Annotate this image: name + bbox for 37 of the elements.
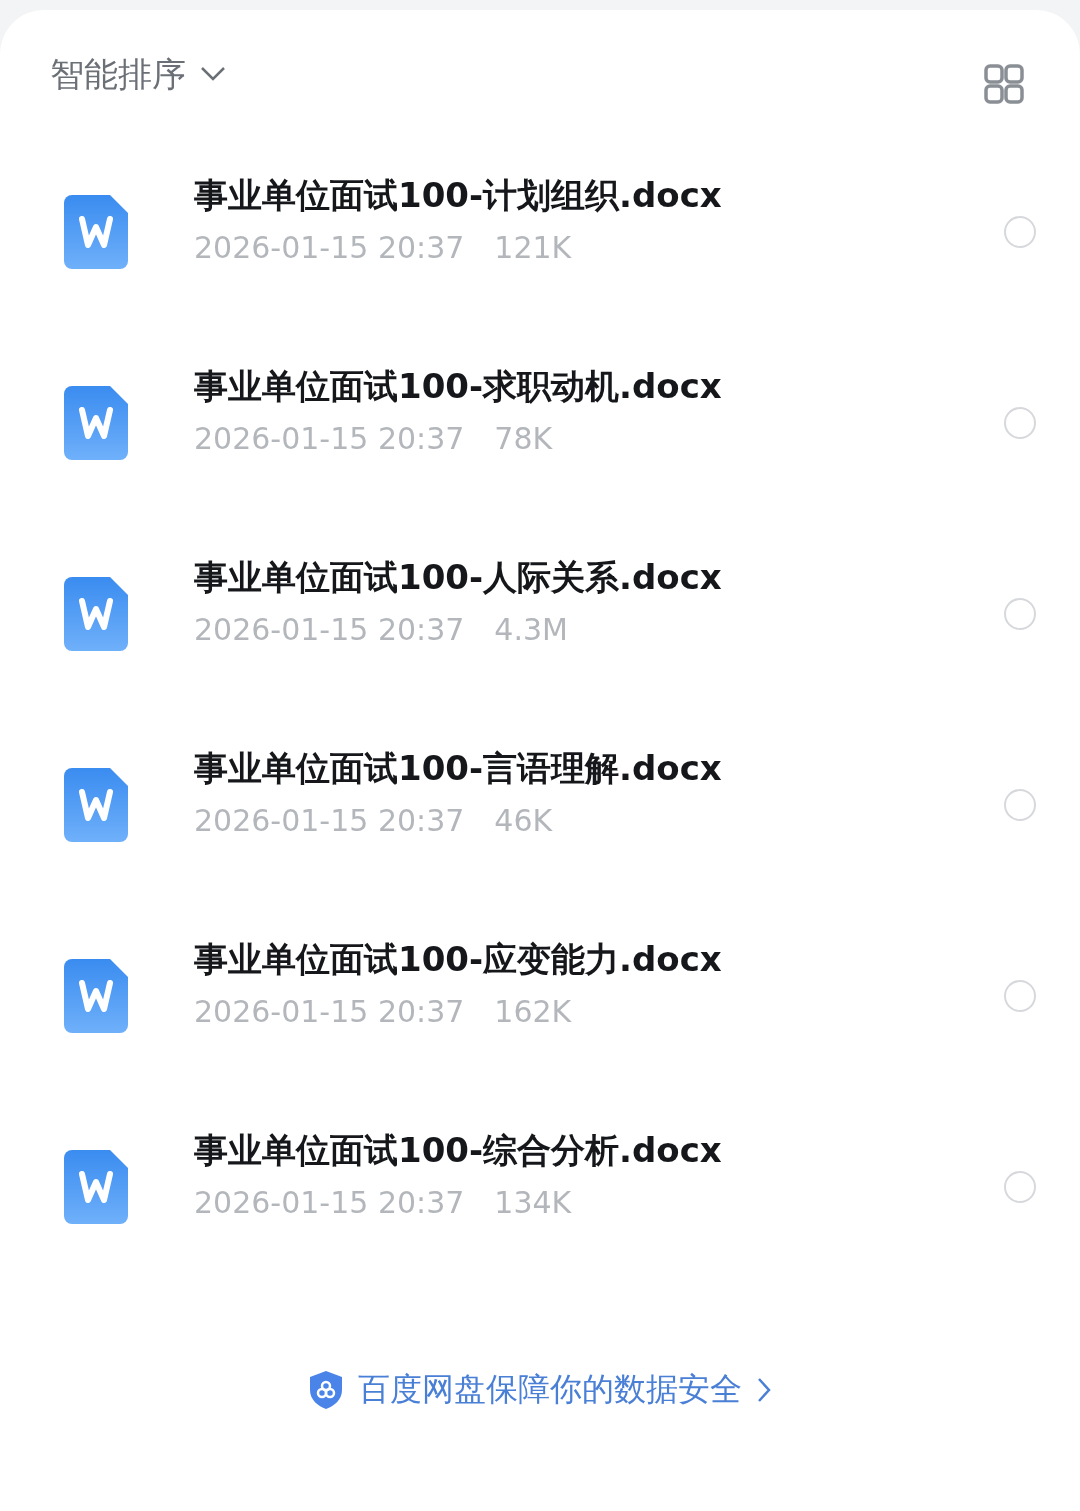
data-security-link[interactable]: 百度网盘保障你的数据安全 bbox=[308, 1368, 772, 1412]
word-document-icon bbox=[64, 958, 128, 1033]
word-document-icon bbox=[64, 767, 128, 842]
file-name[interactable]: 事业单位面试100-应变能力.docx bbox=[194, 935, 1004, 982]
chevron-down-icon bbox=[200, 66, 226, 82]
file-name[interactable]: 事业单位面试100-求职动机.docx bbox=[194, 362, 1004, 409]
select-radio[interactable] bbox=[1004, 406, 1036, 439]
file-size: 78K bbox=[494, 419, 553, 458]
footer-text[interactable]: 百度网盘保障你的数据安全 bbox=[358, 1368, 742, 1412]
file-date: 2026-01-15 20:37 bbox=[194, 419, 465, 458]
file-date: 2026-01-15 20:37 bbox=[194, 992, 465, 1031]
shield-icon bbox=[308, 1370, 344, 1410]
file-name[interactable]: 事业单位面试100-综合分析.docx bbox=[194, 1126, 1004, 1173]
word-document-icon bbox=[64, 194, 128, 269]
file-size: 134K bbox=[494, 1183, 572, 1222]
file-date: 2026-01-15 20:37 bbox=[194, 610, 465, 649]
sort-dropdown[interactable]: 智能排序 bbox=[50, 52, 226, 96]
select-radio[interactable] bbox=[1004, 788, 1036, 821]
chevron-right-icon bbox=[756, 1376, 772, 1404]
select-radio[interactable] bbox=[1004, 215, 1036, 248]
select-radio[interactable] bbox=[1004, 1170, 1036, 1203]
word-document-icon bbox=[64, 385, 128, 460]
select-radio[interactable] bbox=[1004, 597, 1036, 630]
file-date: 2026-01-15 20:37 bbox=[194, 1183, 465, 1222]
grid-view-icon[interactable] bbox=[984, 64, 1024, 104]
file-name[interactable]: 事业单位面试100-计划组织.docx bbox=[194, 171, 1004, 218]
file-size: 46K bbox=[494, 801, 553, 840]
word-document-icon bbox=[64, 1149, 128, 1224]
file-size: 162K bbox=[494, 992, 572, 1031]
file-name[interactable]: 事业单位面试100-言语理解.docx bbox=[194, 744, 1004, 791]
file-size: 4.3M bbox=[494, 610, 568, 649]
file-date: 2026-01-15 20:37 bbox=[194, 228, 465, 267]
file-name[interactable]: 事业单位面试100-人际关系.docx bbox=[194, 553, 1004, 600]
select-radio[interactable] bbox=[1004, 979, 1036, 1012]
file-date: 2026-01-15 20:37 bbox=[194, 801, 465, 840]
file-size: 121K bbox=[494, 228, 572, 267]
word-document-icon bbox=[64, 576, 128, 651]
